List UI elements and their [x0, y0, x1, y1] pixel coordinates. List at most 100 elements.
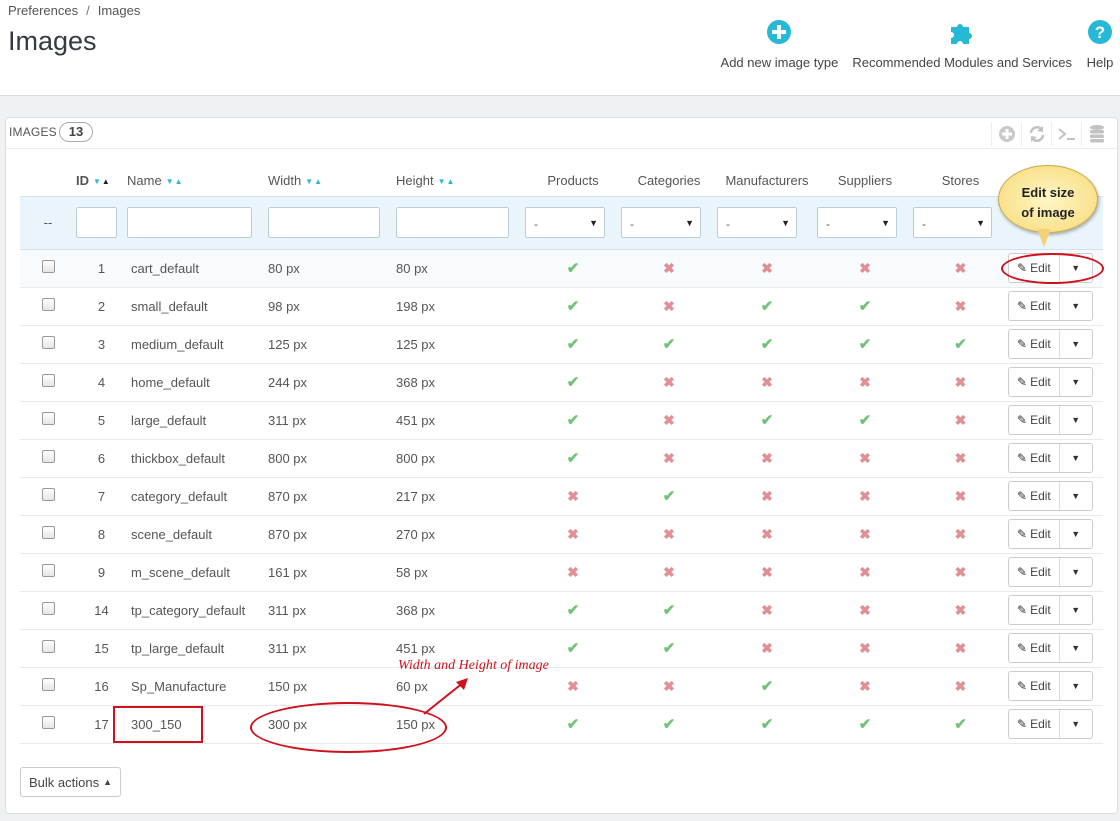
row-stores-status[interactable]: ✖ [913, 629, 1008, 668]
row-stores-status[interactable]: ✖ [913, 515, 1008, 554]
edit-button[interactable]: ✎ Edit [1009, 596, 1060, 624]
filter-name-input[interactable] [127, 207, 252, 238]
filter-height-input[interactable] [396, 207, 509, 238]
add-new-image-type-button[interactable]: Add new image type [721, 18, 838, 70]
recommended-modules-button[interactable]: Recommended Modules and Services [852, 18, 1072, 70]
refresh-list-tool[interactable] [1021, 122, 1051, 146]
row-stores-status[interactable]: ✖ [913, 591, 1008, 630]
row-actions-dropdown[interactable]: ▼ [1060, 444, 1092, 472]
row-checkbox[interactable] [41, 640, 55, 653]
help-button[interactable]: ? Help [1086, 18, 1114, 70]
row-checkbox[interactable] [41, 488, 55, 501]
row-suppliers-status[interactable]: ✖ [817, 667, 913, 706]
edit-button[interactable]: ✎ Edit [1009, 672, 1060, 700]
row-categories-status[interactable]: ✖ [621, 287, 717, 326]
row-manufacturers-status[interactable]: ✖ [717, 591, 817, 630]
row-suppliers-status[interactable]: ✖ [817, 629, 913, 668]
row-manufacturers-status[interactable]: ✖ [717, 439, 817, 478]
breadcrumb-preferences[interactable]: Preferences [8, 3, 78, 18]
filter-products-select[interactable]: - ▼ [525, 207, 605, 238]
row-products-status[interactable]: ✔ [525, 287, 621, 326]
row-actions-dropdown[interactable]: ▼ [1060, 672, 1092, 700]
row-actions-dropdown[interactable]: ▼ [1060, 596, 1092, 624]
table-row[interactable]: 8 scene_default 870 px 270 px ✖ ✖ ✖ ✖ ✖ ✎ Edit ▼ [20, 515, 1103, 554]
row-stores-status[interactable]: ✔ [913, 705, 1008, 744]
row-suppliers-status[interactable]: ✖ [817, 591, 913, 630]
header-id[interactable]: ID ▼▲ [76, 166, 127, 196]
row-actions-dropdown[interactable]: ▼ [1060, 368, 1092, 396]
row-products-status[interactable]: ✔ [525, 401, 621, 440]
row-categories-status[interactable]: ✖ [621, 439, 717, 478]
row-categories-status[interactable]: ✔ [621, 705, 717, 744]
table-row[interactable]: 3 medium_default 125 px 125 px ✔ ✔ ✔ ✔ ✔ ✎ Edit ▼ [20, 325, 1103, 364]
row-categories-status[interactable]: ✖ [621, 515, 717, 554]
row-suppliers-status[interactable]: ✔ [817, 705, 913, 744]
row-products-status[interactable]: ✖ [525, 477, 621, 516]
row-products-status[interactable]: ✖ [525, 553, 621, 592]
table-row[interactable]: 15 tp_large_default 311 px 451 px ✔ ✔ ✖ ✖ ✖ ✎ Edit… [20, 629, 1103, 668]
row-stores-status[interactable]: ✖ [913, 439, 1008, 478]
row-suppliers-status[interactable]: ✔ [817, 325, 913, 364]
row-suppliers-status[interactable]: ✖ [817, 363, 913, 402]
row-stores-status[interactable]: ✖ [913, 249, 1008, 288]
row-manufacturers-status[interactable]: ✔ [717, 667, 817, 706]
edit-button[interactable]: ✎ Edit [1009, 254, 1060, 282]
row-manufacturers-status[interactable]: ✖ [717, 477, 817, 516]
row-actions-dropdown[interactable]: ▼ [1060, 482, 1092, 510]
row-actions-dropdown[interactable]: ▼ [1060, 406, 1092, 434]
row-actions-dropdown[interactable]: ▼ [1060, 520, 1092, 548]
edit-button[interactable]: ✎ Edit [1009, 558, 1060, 586]
row-checkbox[interactable] [41, 374, 55, 387]
header-height[interactable]: Height ▼▲ [396, 166, 525, 196]
row-checkbox[interactable] [41, 336, 55, 349]
row-manufacturers-status[interactable]: ✖ [717, 363, 817, 402]
table-row[interactable]: 2 small_default 98 px 198 px ✔ ✖ ✔ ✔ ✖ ✎ Edit ▼ [20, 287, 1103, 326]
row-checkbox[interactable] [41, 678, 55, 691]
filter-width-input[interactable] [268, 207, 380, 238]
filter-id-input[interactable] [76, 207, 117, 238]
row-stores-status[interactable]: ✖ [913, 477, 1008, 516]
row-checkbox[interactable] [41, 260, 55, 273]
header-name[interactable]: Name ▼▲ [127, 166, 268, 196]
row-categories-status[interactable]: ✖ [621, 553, 717, 592]
row-checkbox[interactable] [41, 602, 55, 615]
row-categories-status[interactable]: ✔ [621, 325, 717, 364]
row-actions-dropdown[interactable]: ▼ [1060, 710, 1092, 738]
row-manufacturers-status[interactable]: ✖ [717, 629, 817, 668]
edit-button[interactable]: ✎ Edit [1009, 482, 1060, 510]
row-actions-dropdown[interactable]: ▼ [1060, 330, 1092, 358]
row-actions-dropdown[interactable]: ▼ [1060, 558, 1092, 586]
row-actions-dropdown[interactable]: ▼ [1060, 634, 1092, 662]
row-manufacturers-status[interactable]: ✖ [717, 249, 817, 288]
row-categories-status[interactable]: ✖ [621, 363, 717, 402]
row-manufacturers-status[interactable]: ✔ [717, 287, 817, 326]
row-stores-status[interactable]: ✖ [913, 667, 1008, 706]
row-stores-status[interactable]: ✖ [913, 401, 1008, 440]
row-products-status[interactable]: ✔ [525, 591, 621, 630]
row-checkbox[interactable] [41, 526, 55, 539]
row-categories-status[interactable]: ✖ [621, 249, 717, 288]
filter-suppliers-select[interactable]: - ▼ [817, 207, 897, 238]
add-new-tool[interactable] [991, 122, 1021, 146]
row-stores-status[interactable]: ✖ [913, 287, 1008, 326]
edit-button[interactable]: ✎ Edit [1009, 634, 1060, 662]
edit-button[interactable]: ✎ Edit [1009, 292, 1060, 320]
row-checkbox[interactable] [41, 564, 55, 577]
edit-button[interactable]: ✎ Edit [1009, 710, 1060, 738]
row-checkbox[interactable] [41, 298, 55, 311]
row-stores-status[interactable]: ✖ [913, 553, 1008, 592]
sort-icon[interactable]: ▼▲ [93, 177, 111, 186]
sort-icon[interactable]: ▼▲ [166, 177, 184, 186]
row-products-status[interactable]: ✖ [525, 515, 621, 554]
table-row[interactable]: 5 large_default 311 px 451 px ✔ ✖ ✔ ✔ ✖ ✎ Edit ▼ [20, 401, 1103, 440]
row-products-status[interactable]: ✔ [525, 325, 621, 364]
edit-button[interactable]: ✎ Edit [1009, 368, 1060, 396]
table-row[interactable]: 14 tp_category_default 311 px 368 px ✔ ✔ ✖ ✖ ✖ ✎ E… [20, 591, 1103, 630]
filter-stores-select[interactable]: - ▼ [913, 207, 992, 238]
row-stores-status[interactable]: ✖ [913, 363, 1008, 402]
sql-query-tool[interactable] [1051, 122, 1081, 146]
table-row[interactable]: 7 category_default 870 px 217 px ✖ ✔ ✖ ✖ ✖ ✎ Edit ▼ [20, 477, 1103, 516]
row-suppliers-status[interactable]: ✖ [817, 553, 913, 592]
sort-icon[interactable]: ▼▲ [305, 177, 323, 186]
row-stores-status[interactable]: ✔ [913, 325, 1008, 364]
